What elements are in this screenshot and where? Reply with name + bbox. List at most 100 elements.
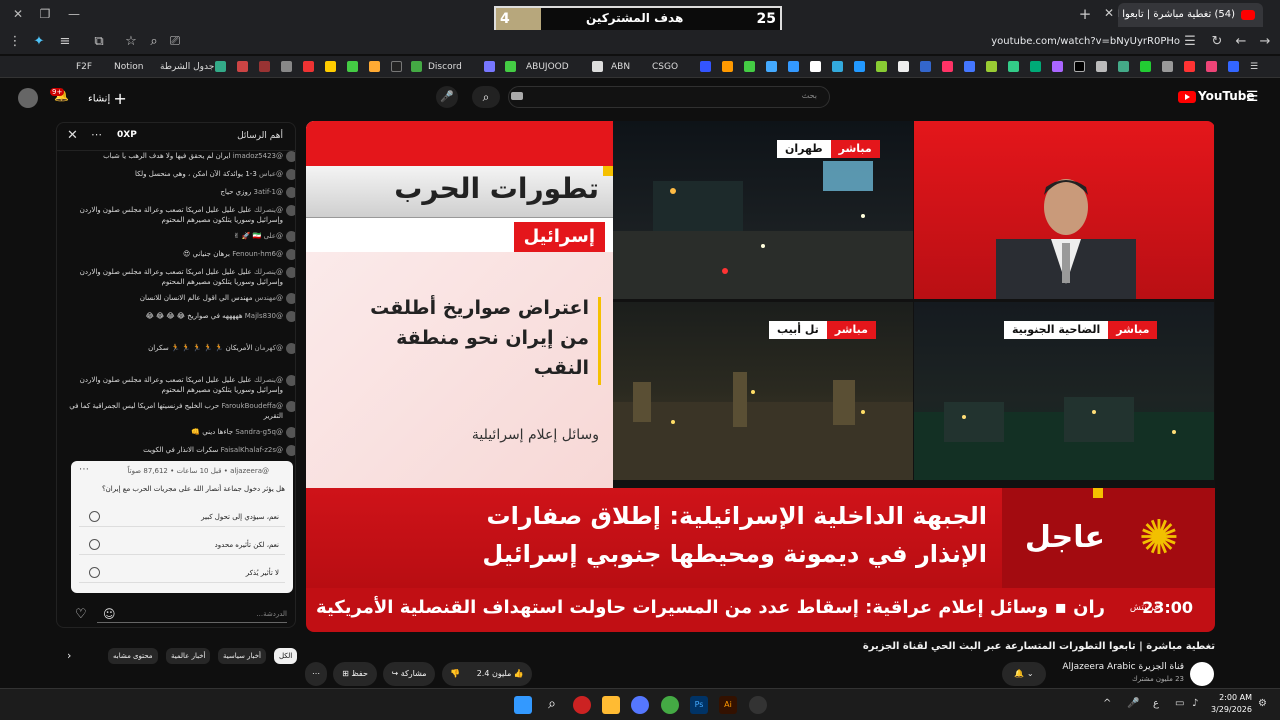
hamburger-menu-icon[interactable]: ☰	[1243, 89, 1261, 107]
subscribe-bell-button[interactable]: 🔔 ⌄	[1002, 662, 1046, 686]
bookmark-google-icon[interactable]	[1118, 61, 1129, 72]
bookmark-tiktok-icon[interactable]	[391, 61, 402, 72]
url-field[interactable]: youtube.com/watch?v=bNyUyrR0PHo	[940, 34, 1180, 50]
close-window-icon[interactable]: ✕	[8, 5, 28, 23]
chip-similar[interactable]: محتوى مشابه	[108, 648, 158, 664]
chat-close-icon[interactable]: ✕	[67, 128, 78, 143]
windows-start-icon[interactable]	[514, 696, 532, 714]
bookmark-k-icon[interactable]	[1140, 61, 1151, 72]
site-settings-icon[interactable]: ☰	[1181, 33, 1199, 51]
bookmark-red-icon[interactable]	[237, 61, 248, 72]
bookmark-youtube-icon[interactable]	[1184, 61, 1195, 72]
mic-tray-icon[interactable]: 🎤	[1127, 698, 1139, 709]
bookmark-abn[interactable]: ABN	[611, 59, 630, 75]
bookmark-green2-icon[interactable]	[744, 61, 755, 72]
menu-dots-icon[interactable]: ⋮	[6, 33, 24, 51]
minimize-window-icon[interactable]: —	[64, 5, 84, 23]
bookmark-cyan-icon[interactable]	[766, 61, 777, 72]
chip-all[interactable]: الكل	[274, 648, 298, 664]
maximize-window-icon[interactable]: ❐	[35, 5, 55, 23]
notification-center-icon[interactable]: ⚙	[1258, 698, 1267, 709]
chat-mode-dropdown[interactable]: أهم الرسائل	[237, 131, 283, 141]
bookmark-blue-icon[interactable]	[700, 61, 711, 72]
chip-world[interactable]: أخبار عالمية	[166, 648, 211, 664]
bookmark-navy-icon[interactable]	[920, 61, 931, 72]
poll-option[interactable]: لا تأثير يُذكر	[79, 563, 285, 583]
chat-menu-icon[interactable]: ⋯	[91, 128, 102, 141]
radio-icon[interactable]	[89, 539, 100, 550]
extensions-puzzle-icon[interactable]: ⧉	[90, 33, 108, 51]
heart-icon[interactable]: ♡	[75, 607, 87, 622]
bookmark-cloud-icon[interactable]	[788, 61, 799, 72]
tab-close-icon[interactable]: ✕	[1101, 5, 1117, 21]
app-red-icon[interactable]	[573, 696, 591, 714]
search-taskbar-icon[interactable]: ⌕	[543, 696, 561, 714]
bookmark-notion[interactable]: Notion	[114, 59, 143, 75]
bookmark-purple-icon[interactable]	[484, 61, 495, 72]
bookmark-discord[interactable]: Discord	[428, 59, 462, 75]
share-button[interactable]: ↪ مشاركة	[383, 662, 435, 686]
bookmark-violet-icon[interactable]	[1052, 61, 1063, 72]
photoshop-icon[interactable]: Ps	[690, 696, 708, 714]
thumbs-up-icon[interactable]: 👍	[514, 669, 524, 678]
bookmark-sheet2-icon[interactable]	[411, 61, 422, 72]
bookmark-light-icon[interactable]	[898, 61, 909, 72]
bookmark-dark-icon[interactable]	[259, 61, 270, 72]
bookmark-gear-icon[interactable]	[592, 61, 603, 72]
illustrator-icon[interactable]: Ai	[719, 696, 737, 714]
bookmark-abujood[interactable]: ABUJOOD	[526, 59, 569, 75]
chrome-icon[interactable]	[661, 696, 679, 714]
account-avatar[interactable]	[18, 88, 38, 108]
clock-time[interactable]: 2:00 AM	[1212, 693, 1252, 702]
language-indicator[interactable]: ع	[1153, 698, 1159, 709]
bookmark-facebook-icon[interactable]	[1228, 61, 1239, 72]
poll-menu-icon[interactable]: ⋯	[79, 464, 89, 475]
back-icon[interactable]: ←	[1232, 33, 1250, 51]
discord-icon[interactable]	[631, 696, 649, 714]
channel-avatar[interactable]	[1190, 662, 1214, 686]
zoom-icon[interactable]: ⌕	[145, 33, 163, 51]
bookmark-telegram-icon[interactable]	[854, 61, 865, 72]
radio-icon[interactable]	[89, 567, 100, 578]
bookmark-binance-icon[interactable]	[722, 61, 733, 72]
bookmark-white-icon[interactable]	[810, 61, 821, 72]
poll-option[interactable]: نعم، سيؤدي إلى تحول كبير	[79, 507, 285, 527]
create-button[interactable]: إنشاء +	[88, 89, 127, 108]
tab-search-icon[interactable]: ≡	[56, 33, 74, 51]
extension-icon[interactable]: ✦	[30, 33, 48, 51]
bookmark-green-icon[interactable]	[347, 61, 358, 72]
chat-input[interactable]: الدردشة...	[97, 605, 287, 623]
new-tab-button[interactable]: +	[1076, 5, 1094, 23]
bookmark-f2f[interactable]: F2F	[76, 59, 92, 75]
keyboard-icon[interactable]	[511, 92, 523, 100]
bookmark-banana-icon[interactable]	[325, 61, 336, 72]
reload-icon[interactable]: ↻	[1208, 33, 1226, 51]
poll-option[interactable]: نعم، لكن تأثيره محدود	[79, 535, 285, 555]
more-actions-icon[interactable]: ⋯	[305, 662, 327, 686]
video-player[interactable]: تطورات الحرب إسرائيل اعتراض صواريخ أطلقت…	[306, 121, 1215, 632]
network-icon[interactable]: ▭	[1175, 698, 1184, 709]
bookmark-teal-icon[interactable]	[832, 61, 843, 72]
chips-prev-icon[interactable]: ‹	[62, 648, 76, 664]
bookmark-mint-icon[interactable]	[1008, 61, 1019, 72]
bookmark-emerald-icon[interactable]	[1030, 61, 1041, 72]
bookmark-star-icon[interactable]: ☆	[122, 33, 140, 51]
search-input[interactable]: بحث	[508, 86, 830, 108]
bookmark-instagram-icon[interactable]	[1206, 61, 1217, 72]
bookmark-sheet-icon[interactable]	[215, 61, 226, 72]
bookmark-olive-icon[interactable]	[986, 61, 997, 72]
tray-chevron-icon[interactable]: ^	[1103, 698, 1111, 709]
bookmark-grey-icon[interactable]	[1096, 61, 1107, 72]
browser-tab[interactable]: (54) تغطية مباشرة | تابعوا ال	[1118, 3, 1263, 27]
bookmark-x-icon[interactable]	[1074, 61, 1085, 72]
radio-icon[interactable]	[89, 511, 100, 522]
bookmark-csgo[interactable]: CSGO	[652, 59, 678, 75]
like-dislike-button[interactable]: 👎 2.4 مليون 👍	[442, 662, 532, 686]
voice-search-icon[interactable]: 🎤	[436, 86, 458, 108]
bookmark-orange-icon[interactable]	[369, 61, 380, 72]
obs-icon[interactable]	[749, 696, 767, 714]
bookmark-lime-icon[interactable]	[876, 61, 887, 72]
file-explorer-icon[interactable]	[602, 696, 620, 714]
channel-name[interactable]: قناة الجزيرة AlJazeera Arabic	[1040, 662, 1184, 672]
bookmark-hk-icon[interactable]	[505, 61, 516, 72]
